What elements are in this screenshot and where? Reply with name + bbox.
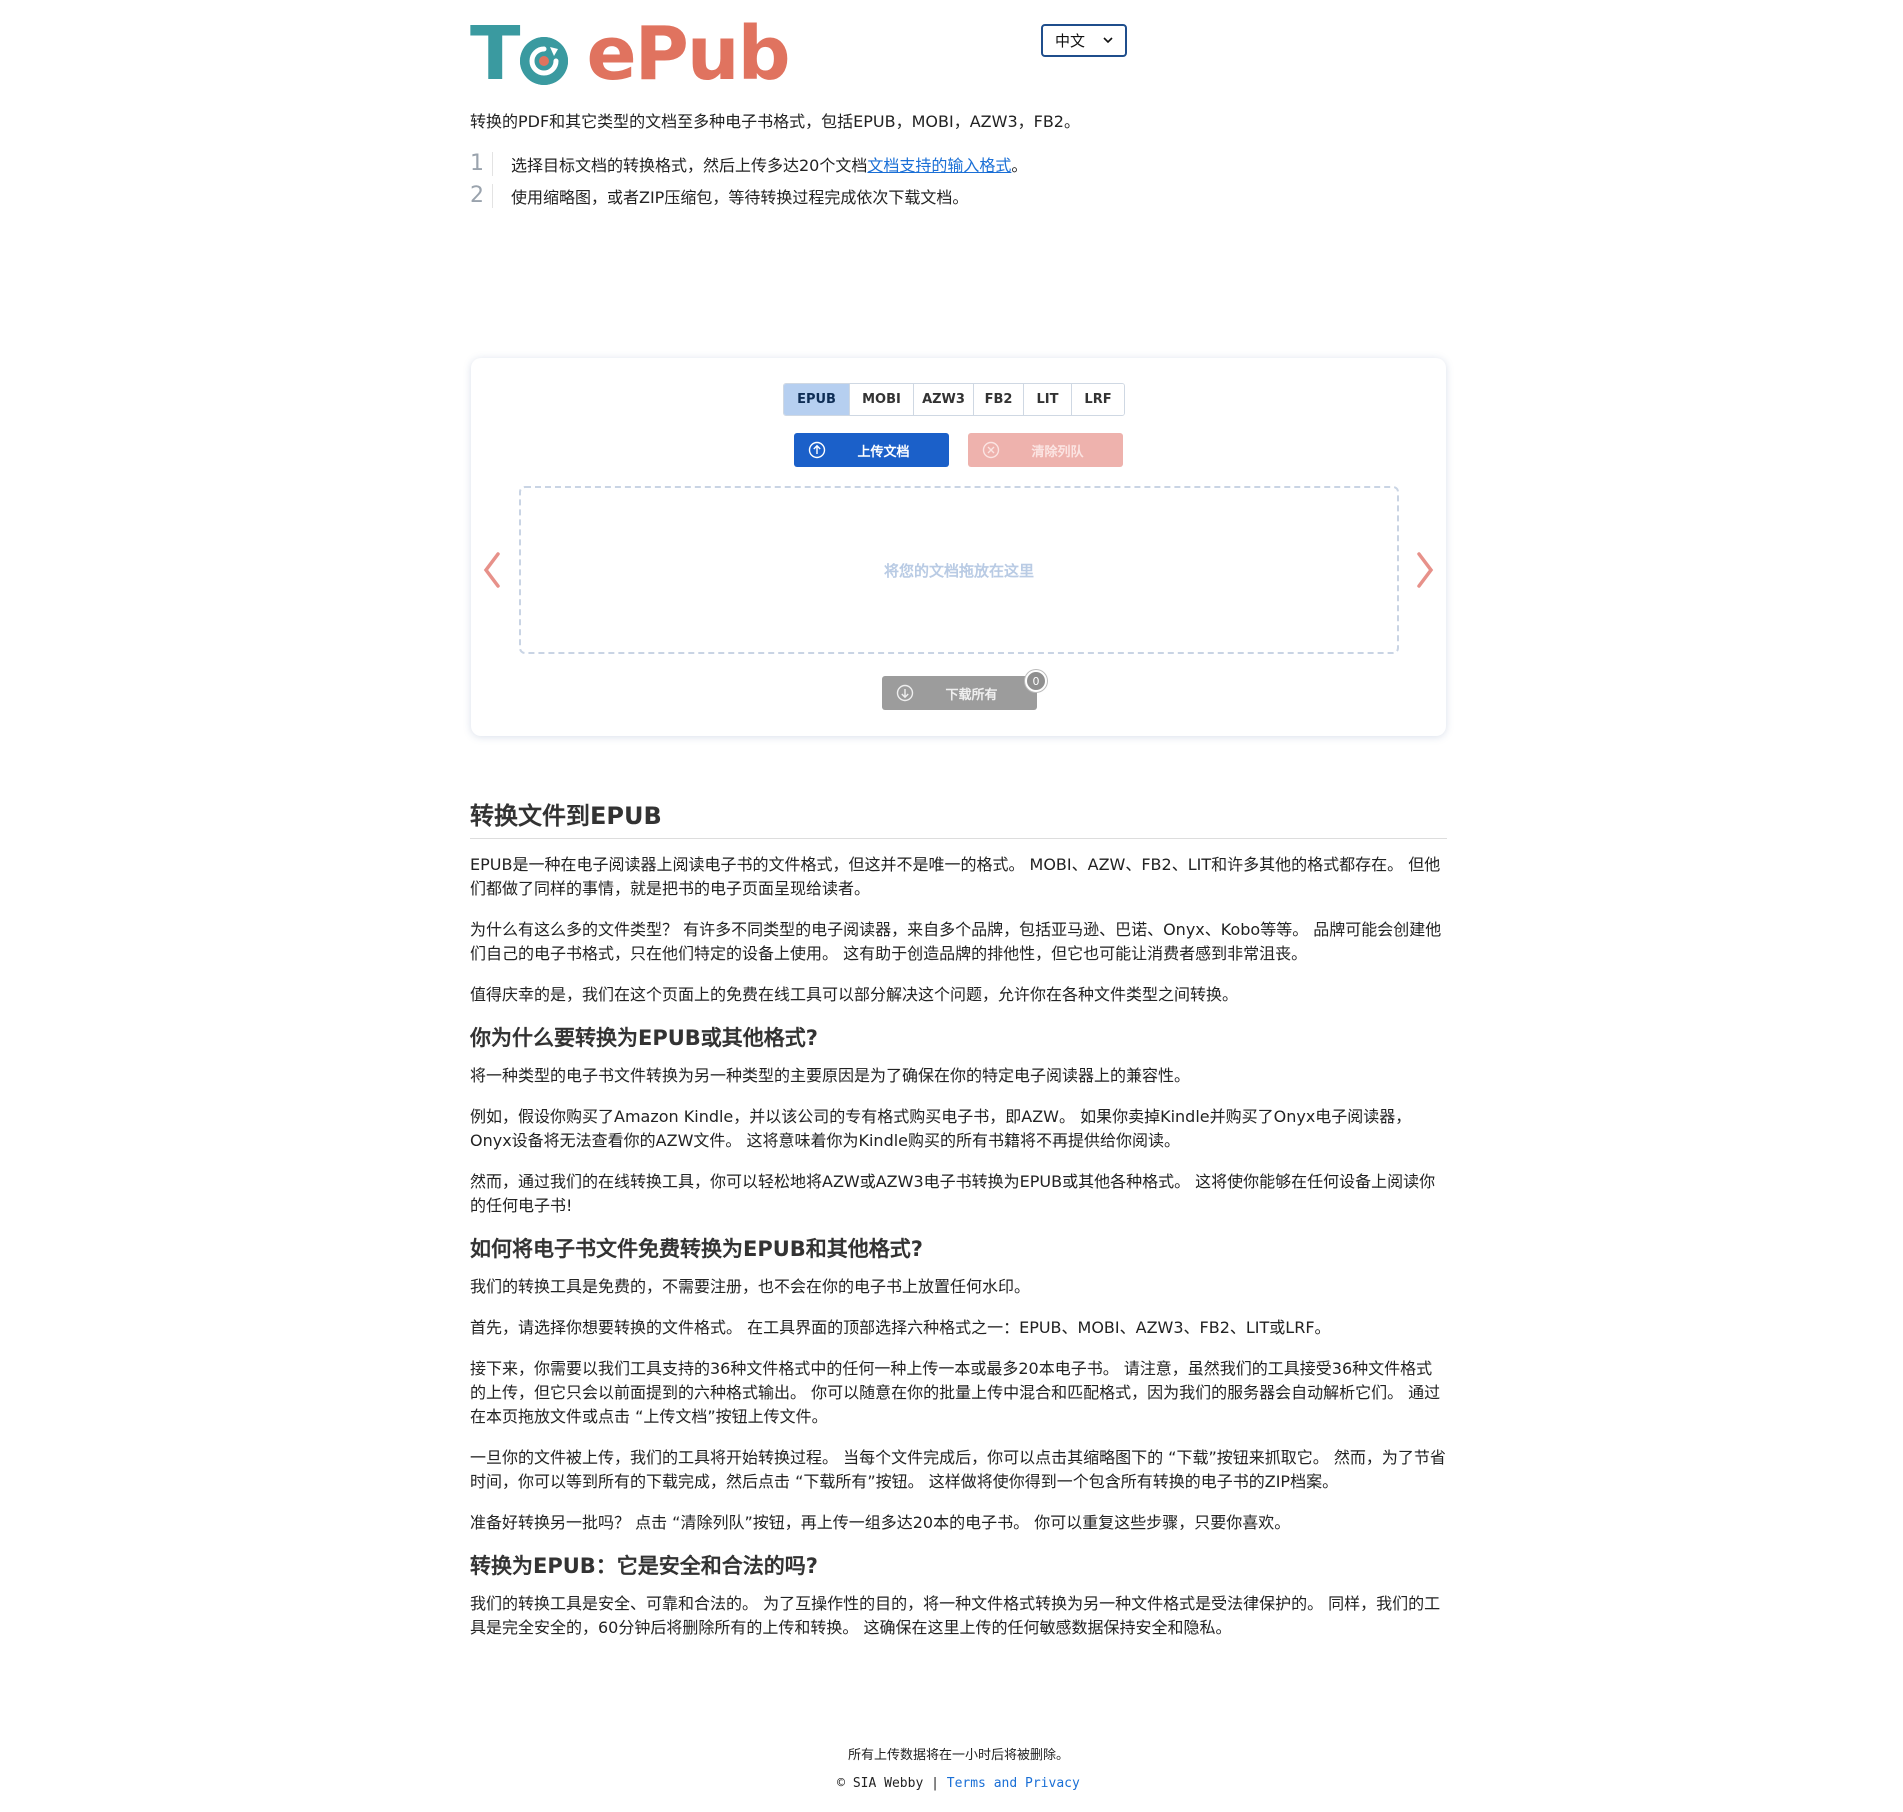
article-paragraph: 一旦你的文件被上传，我们的工具将开始转换过程。 当每个文件完成后，你可以点击其缩… [470,1448,1446,1491]
upload-button[interactable]: 上传文档 [794,433,949,467]
step-number: 1 [470,152,493,176]
tab-mobi[interactable]: MOBI [850,384,914,415]
step-item: 2 使用缩略图，或者ZIP压缩包，等待转换过程完成依次下载文档。 [470,180,1027,212]
step-item: 1 选择目标文档的转换格式，然后上传多达20个文档 文档支持的输入格式。 [470,148,1027,180]
article-paragraph: 然而，通过我们的在线转换工具，你可以轻松地将AZW或AZW3电子书转换为EPUB… [470,1172,1436,1215]
download-all-button[interactable]: 下载所有 [882,676,1037,710]
article-paragraph: 准备好转换另一批吗？ 点击 “清除列队”按钮，再上传一组多达20本的电子书。 你… [470,1513,1291,1532]
arrow-up-circle-icon [808,441,826,459]
logo-brand-text: ePub [586,11,790,97]
article-paragraph: EPUB是一种在电子阅读器上阅读电子书的文件格式，但这并不是唯一的格式。 MOB… [470,855,1441,898]
tab-fb2[interactable]: FB2 [974,384,1024,415]
article-paragraph: 接下来，你需要以我们工具支持的36种文件格式中的任何一种上传一本或最多20本电子… [470,1359,1441,1426]
chevron-right-icon[interactable] [1414,550,1436,590]
tab-lrf[interactable]: LRF [1072,384,1124,415]
article-paragraph: 我们的转换工具是免费的，不需要注册，也不会在你的电子书上放置任何水印。 [470,1277,1031,1296]
footer-notice: 所有上传数据将在一小时后将被删除。 [847,1748,1069,1763]
step-text-end: 。 [1011,156,1028,175]
article-paragraph: 值得庆幸的是，我们在这个页面上的免费在线工具可以部分解决这个问题，允许你在各种文… [470,985,1239,1004]
article-paragraph: 将一种类型的电子书文件转换为另一种类型的主要原因是为了确保在你的特定电子阅读器上… [470,1066,1191,1085]
section-heading: 如何将电子书文件免费转换为EPUB和其他格式? [470,1237,923,1261]
intro-text: 转换的PDF和其它类型的文档至多种电子书格式，包括EPUB，MOBI，AZW3，… [470,112,1080,131]
terms-privacy-link[interactable]: Terms and Privacy [947,1776,1080,1791]
article-paragraph: 首先，请选择你想要转换的文件格式。 在工具界面的顶部选择六种格式之一：EPUB、… [470,1318,1331,1337]
logo[interactable]: T ePub [470,11,791,97]
logo-letter-t: T [470,11,521,97]
article-paragraph: 我们的转换工具是安全、可靠和合法的。 为了互操作性的目的，将一种文件格式转换为另… [470,1594,1441,1637]
download-count-badge: 0 [1025,670,1047,692]
step-text: 使用缩略图，或者ZIP压缩包，等待转换过程完成依次下载文档。 [511,188,969,207]
arrow-down-circle-icon [896,684,914,702]
clear-queue-button[interactable]: 清除列队 [968,433,1123,467]
article-paragraph: 例如，假设你购买了Amazon Kindle，并以该公司的专有格式购买电子书，即… [470,1107,1412,1150]
article-title: 转换文件到EPUB [470,800,1447,839]
converter-card: EPUB MOBI AZW3 FB2 LIT LRF 上传文档 清除列队 将您的… [471,358,1446,736]
drop-zone[interactable]: 将您的文档拖放在这里 [519,486,1399,654]
chevron-left-icon[interactable] [481,550,503,590]
supported-formats-link[interactable]: 文档支持的输入格式 [867,152,1011,176]
footer-copyright: © SIA Webby | Terms and Privacy [470,1776,1447,1791]
steps-list: 1 选择目标文档的转换格式，然后上传多达20个文档 文档支持的输入格式。 2 使用… [470,148,1027,212]
tab-azw3[interactable]: AZW3 [914,384,974,415]
page: T ePub 中文 转换的PDF和其它类型的文档至多种电子书格式，包括EPUB，… [0,0,1903,1812]
x-circle-icon [982,441,1000,459]
step-number: 2 [470,184,493,208]
section-heading: 转换为EPUB：它是安全和合法的吗? [470,1554,818,1578]
tab-lit[interactable]: LIT [1024,384,1072,415]
format-tabs: EPUB MOBI AZW3 FB2 LIT LRF [783,383,1125,416]
section-heading: 你为什么要转换为EPUB或其他格式? [470,1026,818,1050]
step-text: 选择目标文档的转换格式，然后上传多达20个文档 [511,156,868,175]
copyright-text: © SIA Webby | [837,1776,947,1791]
chevron-down-icon [1103,37,1113,44]
tab-epub[interactable]: EPUB [784,384,850,415]
article: 转换文件到EPUB EPUB是一种在电子阅读器上阅读电子书的文件格式，但这并不是… [470,800,1447,1657]
logo-refresh-icon [520,37,569,85]
article-paragraph: 为什么有这么多的文件类型？ 有许多不同类型的电子阅读器，来自多个品牌，包括亚马逊… [470,920,1442,963]
drop-zone-text: 将您的文档拖放在这里 [883,561,1034,580]
language-select[interactable]: 中文 [1041,24,1127,57]
language-select-value: 中文 [1055,32,1086,50]
